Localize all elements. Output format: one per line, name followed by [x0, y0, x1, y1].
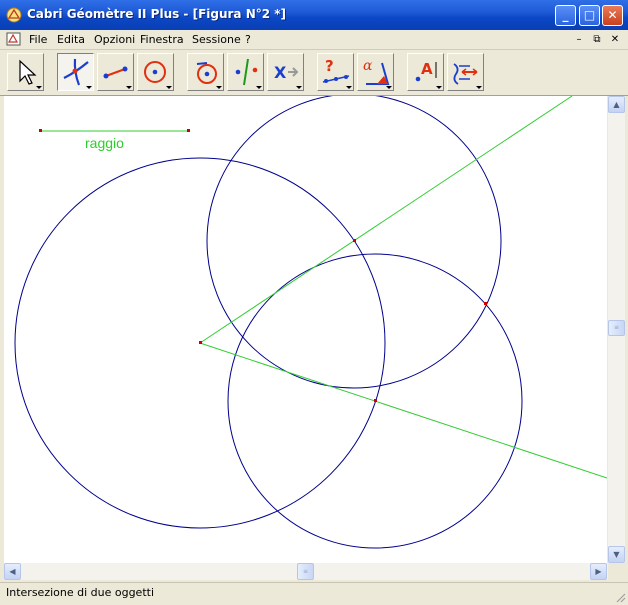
grip-icon: ≡ [302, 568, 309, 575]
grip-icon: ≡ [613, 324, 620, 331]
figure[interactable]: raggio [4, 96, 607, 563]
resize-grip-icon[interactable] [614, 591, 626, 603]
ray[interactable] [199, 342, 607, 479]
mdi-close-button[interactable]: ✕ [608, 33, 622, 46]
arrow-down-icon: ▼ [613, 550, 620, 559]
segment-icon [103, 66, 128, 79]
drawing-canvas[interactable]: raggio [4, 96, 607, 563]
cabri-app-icon [6, 7, 22, 23]
dropdown-arrow-icon [476, 86, 482, 89]
scroll-left-button[interactable]: ◀ [4, 563, 21, 580]
arrow-pointer-icon [19, 59, 37, 85]
window-title: Cabri Géomètre II Plus - [Figura N°2 *] [27, 7, 287, 21]
intersection-point[interactable] [484, 302, 487, 305]
status-bar: Intersezione di due oggetti [0, 582, 628, 605]
macro-x-icon: X [274, 63, 299, 82]
menu-help[interactable]: ? [245, 33, 251, 46]
constructions-tool[interactable] [187, 53, 224, 91]
pointer-tool[interactable] [7, 53, 44, 91]
menu-file[interactable]: File [29, 33, 47, 46]
dropdown-arrow-icon [256, 86, 262, 89]
measure-tool[interactable]: α [357, 53, 394, 91]
toolbar: X ? α A [0, 50, 628, 96]
macro-tool[interactable]: X [267, 53, 304, 91]
arrow-left-icon: ◀ [9, 567, 16, 576]
menu-sessione[interactable]: Sessione [192, 33, 241, 46]
minimize-button[interactable]: _ [555, 5, 576, 26]
arrow-up-icon: ▲ [613, 100, 620, 109]
dropdown-arrow-icon [216, 86, 222, 89]
mdi-minimize-button[interactable]: – [572, 33, 586, 46]
scroll-down-button[interactable]: ▼ [608, 546, 625, 563]
display-tool[interactable]: A [407, 53, 444, 91]
vertical-scrollbar[interactable]: ▲ ≡ ▼ [608, 96, 625, 563]
points-tool[interactable] [57, 53, 94, 91]
compass-circle-icon [196, 62, 217, 84]
horizontal-scroll-thumb[interactable]: ≡ [297, 563, 314, 580]
ray[interactable] [199, 96, 573, 344]
dropdown-arrow-icon [296, 86, 302, 89]
segment-label[interactable]: raggio [85, 135, 124, 151]
title-bar[interactable]: Cabri Géomètre II Plus - [Figura N°2 *] … [0, 0, 628, 30]
close-button[interactable]: ✕ [602, 5, 623, 26]
cabri-window: Cabri Géomètre II Plus - [Figura N°2 *] … [0, 0, 628, 605]
svg-text:A: A [421, 60, 433, 78]
dropdown-arrow-icon [126, 86, 132, 89]
collinear-question-icon: ? [322, 57, 350, 83]
dropdown-arrow-icon [86, 86, 92, 89]
circle-icon [144, 61, 166, 83]
intersection-point-icon [63, 58, 89, 86]
svg-text:?: ? [325, 57, 334, 75]
hide-show-icon [453, 63, 478, 85]
menu-finestra[interactable]: Finestra [140, 33, 184, 46]
dropdown-arrow-icon [166, 86, 172, 89]
dropdown-arrow-icon [436, 86, 442, 89]
properties-tool[interactable]: ? [317, 53, 354, 91]
dropdown-arrow-icon [346, 86, 352, 89]
horizontal-scrollbar[interactable]: ◀ ≡ ▶ [4, 563, 608, 580]
center-point[interactable] [199, 341, 202, 344]
scroll-up-button[interactable]: ▲ [608, 96, 625, 113]
angle-alpha-icon: α [363, 58, 390, 85]
segment-endpoint[interactable] [187, 129, 190, 132]
scroll-right-button[interactable]: ▶ [590, 563, 607, 580]
intersection-point[interactable] [353, 239, 356, 242]
dropdown-arrow-icon [36, 86, 42, 89]
menu-opzioni[interactable]: Opzioni [94, 33, 135, 46]
text-label-icon: A [415, 60, 437, 82]
maximize-icon: □ [583, 8, 596, 22]
reflection-icon [235, 58, 258, 86]
svg-text:α: α [363, 58, 373, 74]
drawing-tool[interactable] [447, 53, 484, 91]
dropdown-arrow-icon [386, 86, 392, 89]
curves-tool[interactable] [137, 53, 174, 91]
menu-bar: File Edita Opzioni Finestra Sessione ? –… [0, 30, 628, 50]
minimize-icon: _ [562, 8, 569, 22]
intersection-point[interactable] [374, 399, 377, 402]
document-icon[interactable] [6, 32, 21, 46]
lines-tool[interactable] [97, 53, 134, 91]
status-text: Intersezione di due oggetti [6, 586, 155, 599]
menu-edita[interactable]: Edita [57, 33, 85, 46]
arrow-right-icon: ▶ [595, 567, 602, 576]
transformations-tool[interactable] [227, 53, 264, 91]
close-icon: ✕ [607, 8, 618, 22]
maximize-button[interactable]: □ [579, 5, 600, 26]
mdi-restore-button[interactable]: ⧉ [590, 33, 604, 46]
vertical-scroll-thumb[interactable]: ≡ [608, 320, 625, 336]
svg-text:X: X [274, 63, 287, 82]
segment-endpoint[interactable] [39, 129, 42, 132]
